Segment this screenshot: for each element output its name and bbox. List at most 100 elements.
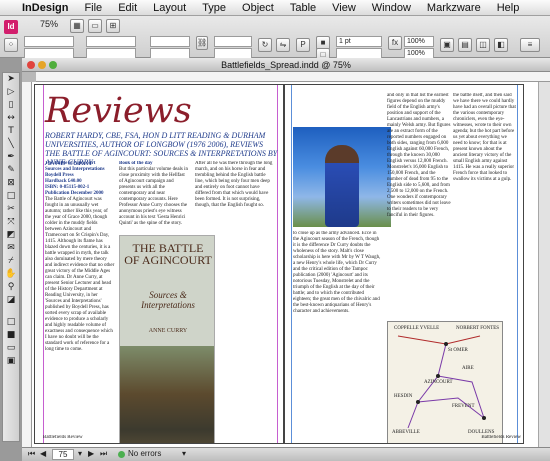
map-label: AIRE <box>462 366 474 371</box>
book-subtitle: Sources & Interpretations <box>141 290 195 310</box>
stroke-weight-field[interactable]: 1 pt <box>336 36 382 47</box>
margin-guide-left <box>43 85 44 443</box>
center-content-icon[interactable]: ◫ <box>476 38 490 52</box>
hand-tool-icon[interactable]: ✋ <box>3 268 19 281</box>
opacity-field[interactable]: 100% <box>404 36 434 47</box>
document-title-bar[interactable]: Battlefields_Spread.indd @ 75% <box>22 58 550 72</box>
page-tool-icon[interactable]: ▯ <box>3 99 19 112</box>
battle-painting-image <box>120 346 214 443</box>
pen-tool-icon[interactable]: ✒ <box>3 151 19 164</box>
book-cover-image[interactable]: THE BATTLE OF AGINCOURT Sources & Interp… <box>119 235 215 443</box>
pasteboard: Reviews ROBERT HARDY, CBE, FSA, HON D LI… <box>32 82 538 447</box>
body-text: But this particular volume deals in clos… <box>119 167 189 226</box>
arrange-documents-icon[interactable]: ⊞ <box>106 19 120 33</box>
effects-icon[interactable]: fx <box>388 36 402 50</box>
next-page-icon[interactable]: ▶ <box>88 449 94 458</box>
fit-frame-icon[interactable]: ▤ <box>458 38 472 52</box>
line-tool-icon[interactable]: ╲ <box>3 138 19 151</box>
zoom-tool-icon[interactable]: ⚲ <box>3 281 19 294</box>
gap-tool-icon[interactable]: ↔ <box>3 112 19 125</box>
last-page-icon[interactable]: ⏭ <box>100 449 107 459</box>
book-author: ANNE CURRY <box>148 328 188 334</box>
menu-type[interactable]: Type <box>194 2 234 14</box>
type-tool-icon[interactable]: T <box>3 125 19 138</box>
control-panel: Id 75% ▦ ▭ ⊞ ⁘ ⛓ ↻ ⇋ P ■ □ 1 pt fx 100% … <box>0 16 550 62</box>
menu-markzware[interactable]: Markzware <box>419 2 489 14</box>
left-column-1[interactable]: The Battle of Agincourt Sources and Inte… <box>45 161 115 443</box>
author-photo[interactable] <box>293 127 391 227</box>
formatting-container-icon[interactable]: □ <box>3 316 19 329</box>
note-tool-icon[interactable]: ✉ <box>3 242 19 255</box>
document-title: Battlefields_Spread.indd @ 75% <box>221 60 351 70</box>
rotate-icon[interactable]: ↻ <box>258 38 272 52</box>
menu-view[interactable]: View <box>324 2 364 14</box>
book-title: THE BATTLE OF AGINCOURT <box>124 241 212 267</box>
menu-object[interactable]: Object <box>234 2 282 14</box>
first-page-icon[interactable]: ⏮ <box>28 449 35 459</box>
map-label: St OMER <box>448 348 468 353</box>
width-field[interactable] <box>86 36 136 47</box>
vertical-scrollbar[interactable] <box>538 82 550 447</box>
normal-view-icon[interactable]: ▭ <box>3 342 19 355</box>
eyedropper-tool-icon[interactable]: ⌿ <box>3 255 19 268</box>
menu-layout[interactable]: Layout <box>145 2 194 14</box>
gradient-tool-icon[interactable]: ◩ <box>3 229 19 242</box>
menu-file[interactable]: File <box>76 2 110 14</box>
menu-table[interactable]: Table <box>282 2 324 14</box>
zoom-window-icon[interactable] <box>49 61 57 69</box>
x-position-field[interactable] <box>24 36 74 47</box>
left-page[interactable]: Reviews ROBERT HARDY, CBE, FSA, HON D LI… <box>34 84 284 444</box>
document-window: Battlefields_Spread.indd @ 75% Reviews R… <box>22 58 550 461</box>
page-heading: Reviews <box>45 91 192 131</box>
scale-x-field[interactable] <box>150 36 190 47</box>
scissors-tool-icon[interactable]: ✂ <box>3 203 19 216</box>
pencil-tool-icon[interactable]: ✎ <box>3 164 19 177</box>
right-page[interactable]: to close up as the army advanced. Ecce i… <box>284 84 524 444</box>
page-menu-chevron-down-icon[interactable]: ▾ <box>78 449 82 458</box>
apply-color-icon[interactable]: ■ <box>3 329 19 342</box>
campaign-map[interactable]: COPPELLE YVELLE NORBERT FONTES St OMER A… <box>387 321 503 443</box>
panel-menu-icon[interactable]: ≡ <box>520 38 540 52</box>
selection-tool-icon[interactable]: ➤ <box>3 73 19 86</box>
preflight-menu-chevron-down-icon[interactable]: ▾ <box>182 449 186 458</box>
vertical-ruler[interactable] <box>22 82 32 447</box>
previous-page-icon[interactable]: ◀ <box>40 449 46 458</box>
map-label: COPPELLE YVELLE <box>394 326 440 331</box>
left-column-3[interactable]: After all he was there through the long … <box>195 161 275 231</box>
preview-mode-icon[interactable]: ▣ <box>3 355 19 368</box>
menu-indesign[interactable]: InDesign <box>20 2 76 14</box>
preflight-errors[interactable]: No errors <box>128 449 161 458</box>
margin-guide-left <box>291 85 292 443</box>
page-number-field[interactable]: 75 <box>52 449 74 460</box>
map-label: ABBEVILLE <box>392 430 420 435</box>
fill-frame-icon[interactable]: ◧ <box>494 38 508 52</box>
body-text: The Battle of Agincourt was fought in an… <box>45 197 115 352</box>
preflight-status-icon <box>118 451 125 458</box>
screen-mode-icon[interactable]: ▭ <box>88 19 102 33</box>
minimize-window-icon[interactable] <box>38 61 46 69</box>
menu-edit[interactable]: Edit <box>110 2 145 14</box>
menu-help[interactable]: Help <box>489 2 528 14</box>
menu-window[interactable]: Window <box>364 2 419 14</box>
rectangle-tool-icon[interactable]: □ <box>3 190 19 203</box>
right-column-1[interactable]: to close up as the army advanced. Ecce i… <box>293 231 383 441</box>
zoom-level[interactable]: 75% <box>40 19 58 29</box>
right-column-2[interactable]: and only in that list the earliest figur… <box>387 93 451 315</box>
constrain-proportions-icon[interactable]: ⛓ <box>196 36 208 50</box>
rotation-angle-field[interactable] <box>214 36 252 47</box>
indesign-logo-icon: Id <box>4 20 18 34</box>
free-transform-tool-icon[interactable]: ⤧ <box>3 216 19 229</box>
fit-content-icon[interactable]: ▣ <box>440 38 454 52</box>
right-column-3[interactable]: the battle itself, and then said we have… <box>453 93 517 315</box>
rectangle-frame-tool-icon[interactable]: ⊠ <box>3 177 19 190</box>
fill-stroke-icon[interactable]: ◪ <box>3 294 19 316</box>
close-window-icon[interactable] <box>27 61 35 69</box>
horizontal-ruler[interactable] <box>36 72 550 82</box>
view-options-icon[interactable]: ▦ <box>70 19 84 33</box>
direct-selection-tool-icon[interactable]: ▷ <box>3 86 19 99</box>
reference-point-icon[interactable]: ⁘ <box>4 38 18 52</box>
flip-icon[interactable]: ⇋ <box>276 38 290 52</box>
menu-bar: InDesign File Edit Layout Type Object Ta… <box>0 0 550 16</box>
left-column-2[interactable]: Book of the day But this particular volu… <box>119 161 189 231</box>
type-on-path-icon[interactable]: P <box>296 38 310 52</box>
